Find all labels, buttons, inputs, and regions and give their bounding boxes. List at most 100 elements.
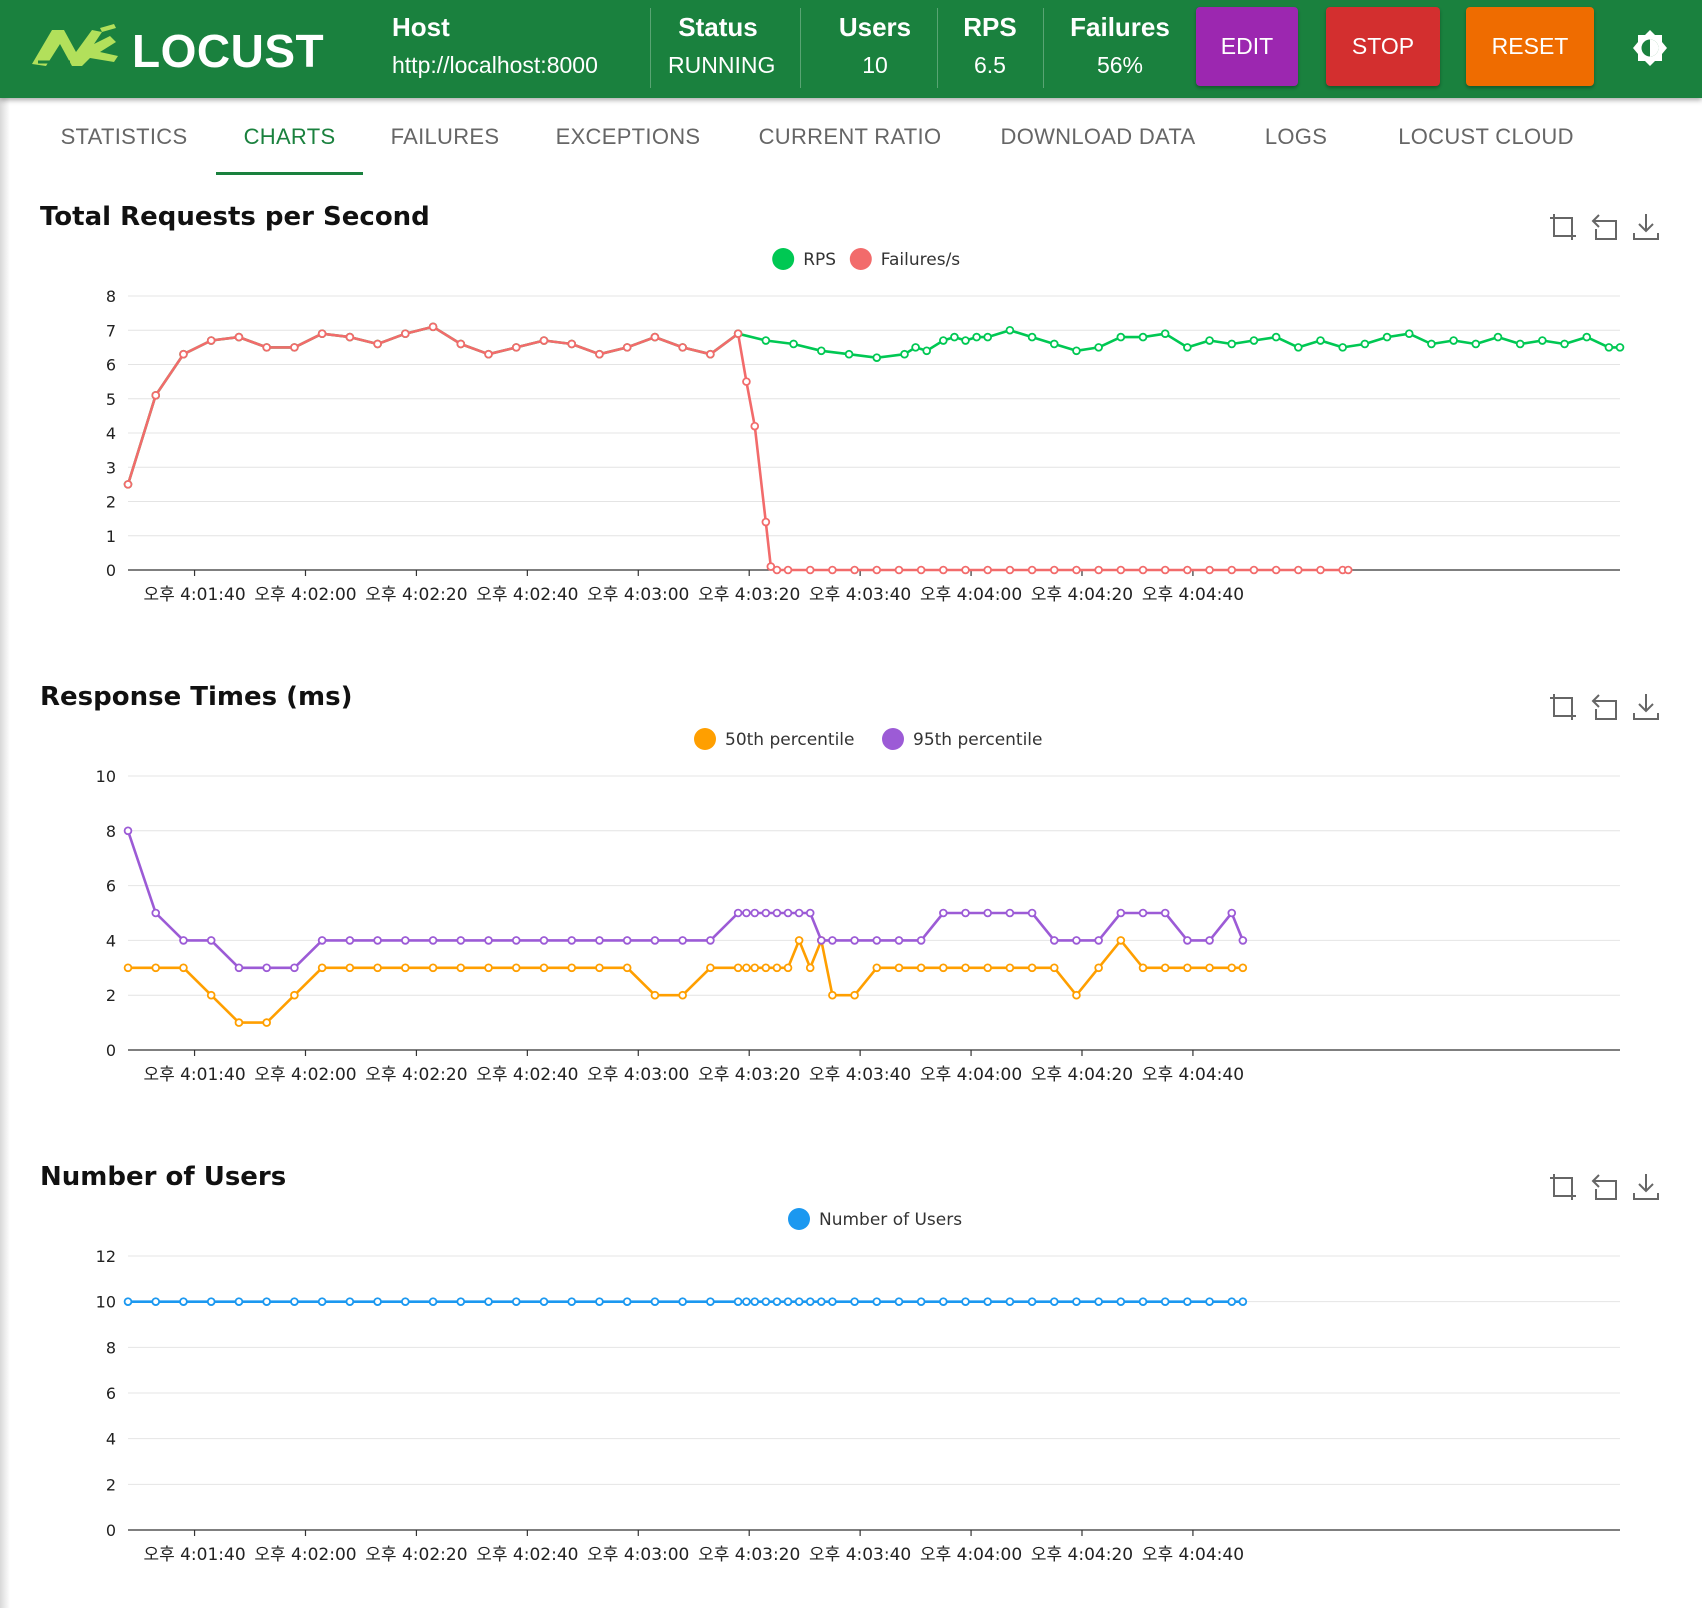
data-point[interactable] xyxy=(872,565,882,575)
data-point[interactable] xyxy=(151,963,161,973)
data-point[interactable] xyxy=(345,963,355,973)
legend-marker[interactable] xyxy=(772,248,795,270)
tab-logs[interactable]: LOGS xyxy=(1240,98,1352,176)
data-point[interactable] xyxy=(805,908,815,918)
data-point[interactable] xyxy=(983,1297,993,1306)
data-point[interactable] xyxy=(1343,565,1353,575)
data-point[interactable] xyxy=(428,322,438,332)
data-point[interactable] xyxy=(1227,339,1237,349)
data-point[interactable] xyxy=(1227,565,1237,575)
data-point[interactable] xyxy=(1538,336,1547,345)
data-point[interactable] xyxy=(961,565,970,575)
data-point[interactable] xyxy=(783,565,793,575)
legend-label[interactable]: Failures/s xyxy=(881,250,961,270)
data-point[interactable] xyxy=(706,1297,715,1306)
data-point[interactable] xyxy=(706,936,715,945)
data-point[interactable] xyxy=(401,963,410,973)
data-point[interactable] xyxy=(511,963,521,973)
tab-current-ratio[interactable]: CURRENT RATIO xyxy=(742,98,958,176)
data-point[interactable] xyxy=(1205,1297,1214,1306)
data-point[interactable] xyxy=(539,1297,549,1306)
data-point[interactable] xyxy=(539,336,549,345)
locust-logo[interactable]: LOCUST xyxy=(30,22,330,77)
data-point[interactable] xyxy=(622,1297,632,1306)
data-point[interactable] xyxy=(678,990,687,1000)
data-point[interactable] xyxy=(678,1297,687,1306)
data-point[interactable] xyxy=(511,1297,521,1306)
data-point[interactable] xyxy=(916,565,926,575)
data-point[interactable] xyxy=(1449,336,1458,345)
data-point[interactable] xyxy=(179,349,188,359)
data-point[interactable] xyxy=(456,1297,466,1306)
data-point[interactable] xyxy=(650,990,660,1000)
data-point[interactable] xyxy=(1027,332,1037,342)
rps-chart[interactable]: RPS Failures/s 0 1 2 3 4 5 6 7 8 오후 4:01:40 오후 4:02:… xyxy=(0,236,1702,616)
data-point[interactable] xyxy=(742,1297,751,1306)
data-point[interactable] xyxy=(345,1297,355,1306)
data-point[interactable] xyxy=(1027,963,1037,973)
data-point[interactable] xyxy=(761,336,771,345)
data-point[interactable] xyxy=(622,963,632,973)
data-point[interactable] xyxy=(742,908,751,918)
data-point[interactable] xyxy=(1027,1297,1037,1306)
data-point[interactable] xyxy=(123,826,133,836)
data-point[interactable] xyxy=(794,1297,804,1306)
data-point[interactable] xyxy=(539,936,549,945)
data-point[interactable] xyxy=(206,990,216,1000)
data-point[interactable] xyxy=(1049,339,1059,349)
users-chart[interactable]: Number of Users 0 2 4 6 8 10 12 오후 4:01:40 오후 4:0… xyxy=(0,1196,1702,1576)
data-point[interactable] xyxy=(1160,908,1170,918)
data-point[interactable] xyxy=(1072,565,1081,575)
data-point[interactable] xyxy=(1160,963,1170,973)
legend-marker[interactable] xyxy=(788,1208,810,1230)
data-point[interactable] xyxy=(950,332,959,342)
data-point[interactable] xyxy=(939,1297,948,1306)
data-point[interactable] xyxy=(911,343,920,352)
data-point[interactable] xyxy=(939,908,948,918)
data-point[interactable] xyxy=(706,349,715,359)
data-point[interactable] xyxy=(1205,963,1214,973)
data-point[interactable] xyxy=(1604,343,1614,352)
data-point[interactable] xyxy=(567,963,577,973)
data-point[interactable] xyxy=(428,936,438,945)
data-point[interactable] xyxy=(1493,332,1503,342)
data-point[interactable] xyxy=(1049,1297,1059,1306)
data-point[interactable] xyxy=(650,936,660,945)
legend-label[interactable]: 50th percentile xyxy=(725,730,855,750)
data-point[interactable] xyxy=(783,908,793,918)
data-point[interactable] xyxy=(1183,963,1192,973)
data-point[interactable] xyxy=(706,963,715,973)
data-point[interactable] xyxy=(1227,963,1237,973)
data-point[interactable] xyxy=(428,963,438,973)
data-point[interactable] xyxy=(1160,329,1170,338)
data-point[interactable] xyxy=(772,1297,782,1306)
data-point[interactable] xyxy=(484,349,493,359)
data-point[interactable] xyxy=(595,936,604,945)
data-point[interactable] xyxy=(850,990,859,1000)
data-point[interactable] xyxy=(872,1297,882,1306)
data-point[interactable] xyxy=(1271,332,1281,342)
tab-locust-cloud[interactable]: LOCUST CLOUD xyxy=(1378,98,1594,176)
data-point[interactable] xyxy=(206,1297,216,1306)
data-point[interactable] xyxy=(894,1297,904,1306)
data-point[interactable] xyxy=(650,332,660,342)
data-point[interactable] xyxy=(1094,963,1103,973)
data-point[interactable] xyxy=(1238,936,1248,945)
data-point[interactable] xyxy=(539,963,549,973)
data-point[interactable] xyxy=(1382,332,1392,342)
data-point[interactable] xyxy=(123,1297,133,1306)
legend-marker[interactable] xyxy=(882,728,904,750)
data-point[interactable] xyxy=(484,1297,493,1306)
data-point[interactable] xyxy=(972,332,981,342)
data-point[interactable] xyxy=(262,1297,271,1306)
data-point[interactable] xyxy=(234,1297,244,1306)
data-point[interactable] xyxy=(1005,325,1015,335)
stop-button[interactable]: STOP xyxy=(1326,7,1440,86)
data-point[interactable] xyxy=(817,346,826,356)
data-point[interactable] xyxy=(1582,332,1592,342)
data-point[interactable] xyxy=(262,343,271,352)
data-point[interactable] xyxy=(794,908,804,918)
data-point[interactable] xyxy=(262,963,271,973)
data-point[interactable] xyxy=(983,332,993,342)
data-point[interactable] xyxy=(733,908,743,918)
